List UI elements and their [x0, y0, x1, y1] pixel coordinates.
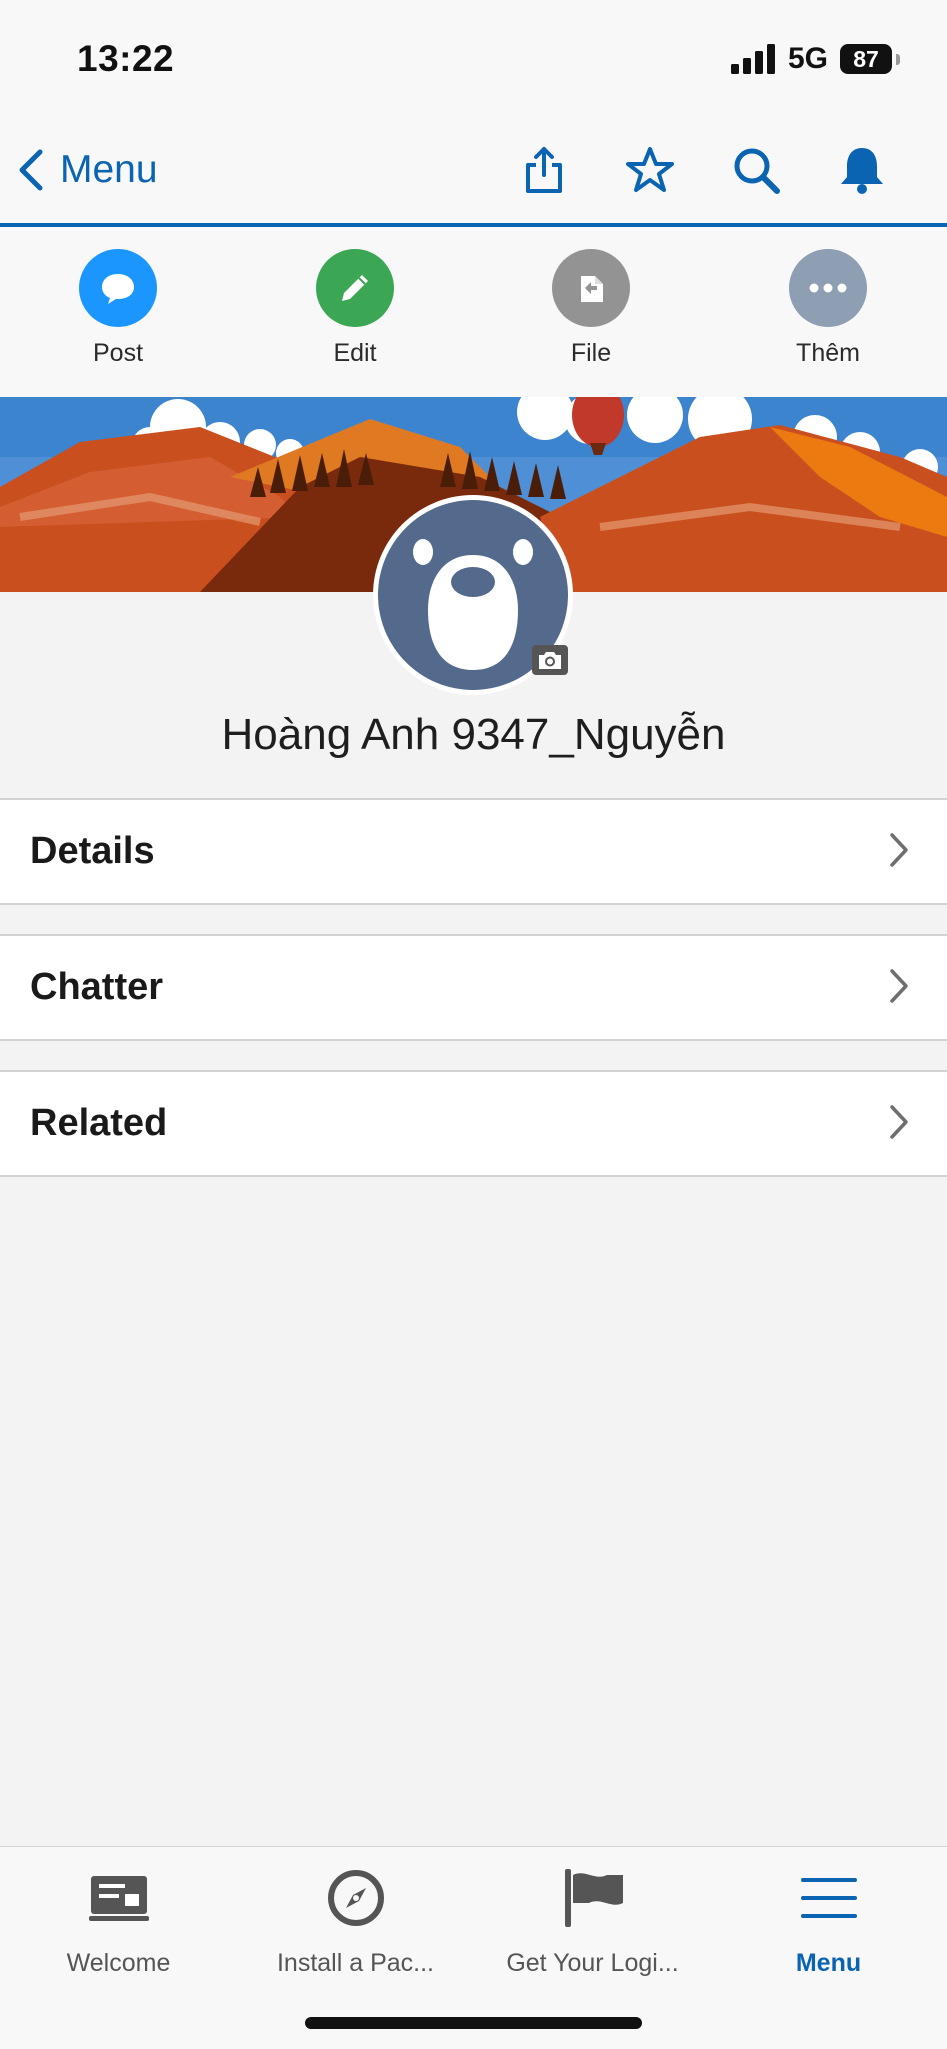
change-photo-button[interactable] [532, 645, 568, 675]
tab-get-login-label: Get Your Logi... [506, 1949, 679, 1977]
details-row[interactable]: Details [0, 798, 947, 905]
profile-name: Hoàng Anh 9347_Nguyễn [221, 710, 726, 759]
status-bar: 13:22 5G 87 [0, 0, 947, 120]
signal-icon [731, 44, 775, 74]
camera-icon [539, 652, 561, 669]
tab-welcome[interactable]: Welcome [0, 1865, 237, 1978]
flag-icon [564, 1869, 623, 1927]
star-icon [626, 147, 674, 192]
tab-welcome-label: Welcome [66, 1949, 171, 1977]
back-button[interactable]: Menu [18, 142, 158, 198]
edit-action-label: Edit [333, 339, 377, 367]
post-action[interactable]: Post [38, 249, 198, 368]
battery-icon: 87 [840, 44, 892, 74]
action-bar: Post Edit File Thêm [0, 227, 947, 398]
chevron-right-icon [890, 833, 908, 867]
file-upload-icon [581, 276, 603, 302]
more-action-circle [789, 249, 867, 327]
tab-install-package[interactable]: Install a Pac... [237, 1865, 474, 1978]
chat-bubble-icon [102, 274, 134, 304]
share-button[interactable] [516, 142, 572, 198]
favorite-button[interactable] [622, 142, 678, 198]
chevron-right-icon [890, 1105, 908, 1139]
battery-tip [896, 54, 900, 65]
search-button[interactable] [728, 142, 784, 198]
compass-icon [327, 1870, 384, 1926]
file-action[interactable]: File [511, 249, 671, 368]
more-action[interactable]: Thêm [748, 249, 908, 368]
post-action-label: Post [92, 339, 144, 367]
edit-action-circle [316, 249, 394, 327]
more-icon [809, 283, 847, 293]
nav-bar: Menu [0, 120, 947, 227]
edit-action[interactable]: Edit [275, 249, 435, 368]
status-time: 13:22 [77, 38, 175, 79]
file-action-label: File [570, 339, 612, 367]
hamburger-icon [800, 1878, 857, 1918]
welcome-icon [88, 1876, 149, 1921]
bell-icon [841, 148, 883, 194]
tab-menu-label: Menu [795, 1949, 862, 1977]
search-icon [734, 148, 780, 194]
related-label: Related [30, 1102, 168, 1144]
tab-menu[interactable]: Menu [710, 1865, 947, 1978]
pencil-icon [342, 275, 368, 301]
back-label: Menu [60, 148, 158, 191]
notifications-button[interactable] [834, 142, 890, 198]
chatter-label: Chatter [30, 966, 164, 1008]
more-action-label: Thêm [796, 339, 860, 367]
chevron-right-icon [890, 969, 908, 1003]
chevron-left-icon [19, 149, 43, 191]
file-action-circle [552, 249, 630, 327]
details-label: Details [30, 830, 155, 872]
related-row[interactable]: Related [0, 1070, 947, 1177]
post-action-circle [79, 249, 157, 327]
tab-get-login[interactable]: Get Your Logi... [474, 1865, 711, 1978]
battery-level: 87 [853, 46, 879, 72]
chatter-row[interactable]: Chatter [0, 934, 947, 1041]
tab-install-package-label: Install a Pac... [276, 1949, 435, 1977]
home-indicator [305, 2017, 642, 2029]
network-type: 5G [788, 42, 829, 75]
share-icon [526, 147, 562, 193]
